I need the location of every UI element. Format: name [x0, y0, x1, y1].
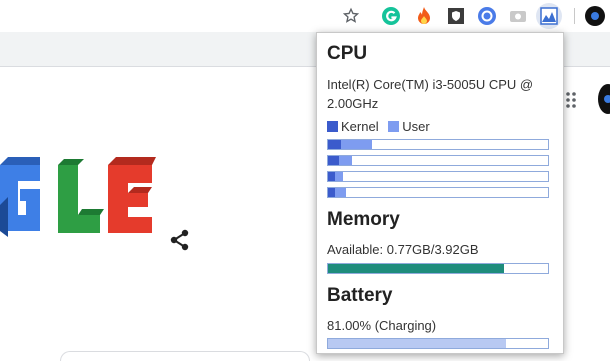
toolbar-separator — [574, 8, 575, 24]
battery-text: 81.00% (Charging) — [327, 318, 437, 333]
search-box-edge[interactable] — [60, 351, 310, 361]
legend-user-label: User — [402, 119, 430, 134]
account-avatar[interactable] — [598, 84, 610, 114]
battery-bar — [327, 338, 549, 349]
apps-grid-icon[interactable] — [566, 91, 578, 114]
fire-icon[interactable] — [414, 6, 434, 26]
profile-icon[interactable] — [585, 6, 605, 26]
memory-bar — [327, 263, 549, 274]
system-monitor-icon[interactable] — [536, 3, 562, 29]
kernel-swatch — [327, 121, 338, 132]
memory-text: Available: 0.77GB/3.92GB — [327, 242, 479, 257]
system-monitor-popup: CPU Intel(R) Core(TM) i3-5005U CPU @ 2.0… — [316, 32, 564, 354]
browser-toolbar — [0, 0, 610, 32]
cpu-user-segment — [334, 172, 344, 181]
cpu-user-segment — [339, 156, 353, 165]
share-icon[interactable] — [170, 229, 190, 256]
cpu-model: Intel(R) Core(TM) i3-5005U CPU @ 2.00GHz — [327, 77, 534, 111]
grammarly-icon[interactable] — [381, 6, 401, 26]
cpu-core-bar — [327, 155, 549, 166]
cpu-kernel-segment — [328, 156, 339, 165]
cpu-kernel-segment — [328, 140, 342, 149]
cpu-core-bar — [327, 187, 549, 198]
camera-icon[interactable] — [508, 6, 528, 26]
battery-bar-fill — [328, 339, 507, 348]
cpu-user-segment — [334, 188, 346, 197]
cpu-core-bar — [327, 171, 549, 182]
battery-title: Battery — [327, 285, 393, 306]
cpu-title: CPU — [327, 43, 368, 64]
memory-bar-fill — [328, 264, 504, 273]
cpu-core-bar — [327, 139, 549, 150]
cpu-user-segment — [341, 140, 372, 149]
cpu-kernel-segment — [328, 188, 335, 197]
cpu-kernel-segment — [328, 172, 335, 181]
star-icon[interactable] — [341, 6, 361, 26]
user-swatch — [388, 121, 400, 132]
shield-icon[interactable] — [446, 6, 466, 26]
legend-kernel-label: Kernel — [341, 119, 379, 134]
cpu-legend: Kernel User — [327, 117, 430, 136]
circle-target-icon[interactable] — [477, 6, 497, 26]
memory-title: Memory — [327, 209, 400, 230]
